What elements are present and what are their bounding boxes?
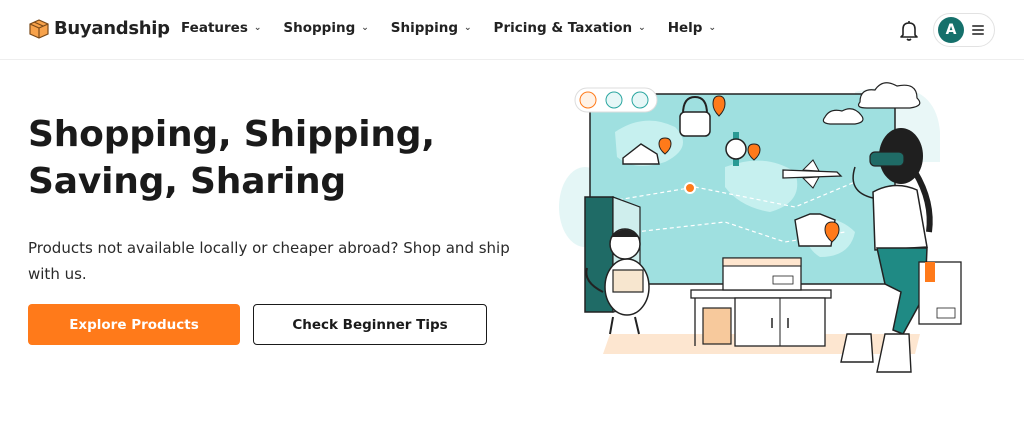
bell-icon[interactable] (898, 18, 920, 42)
brand-name: Buyandship (54, 17, 170, 39)
nav-pricing-taxation[interactable]: Pricing & Taxation ⌄ (494, 20, 646, 36)
main-nav: Features ⌄ Shopping ⌄ Shipping ⌄ Pricing… (181, 20, 716, 36)
chevron-down-icon: ⌄ (638, 23, 646, 33)
explore-products-button[interactable]: Explore Products (28, 304, 240, 345)
nav-help[interactable]: Help ⌄ (668, 20, 716, 36)
nav-label: Help (667, 20, 703, 36)
brand-logo[interactable]: Buyandship (28, 17, 170, 39)
chevron-down-icon: ⌄ (253, 23, 262, 33)
chevron-down-icon: ⌄ (361, 23, 369, 33)
nav-features[interactable]: Features ⌄ (181, 20, 261, 36)
hero-title-line-2: Saving, Sharing (28, 160, 346, 202)
logo-box-icon (29, 19, 49, 39)
account-menu-button[interactable]: A (933, 13, 995, 47)
hero-title: Shopping, Shipping, Saving, Sharing (28, 112, 528, 206)
nav-label: Pricing & Taxation (493, 20, 633, 36)
nav-label: Shopping (283, 20, 356, 36)
nav-shopping[interactable]: Shopping ⌄ (283, 20, 368, 36)
hero-title-line-1: Shopping, Shipping, (28, 114, 435, 155)
check-beginner-tips-button[interactable]: Check Beginner Tips (253, 304, 487, 345)
nav-shipping[interactable]: Shipping ⌄ (391, 20, 472, 36)
nav-label: Features (181, 20, 248, 36)
avatar: A (938, 17, 964, 43)
nav-label: Shipping (390, 20, 458, 36)
chevron-down-icon: ⌄ (464, 23, 472, 33)
chevron-down-icon: ⌄ (708, 23, 717, 33)
hero-subtitle: Products not available locally or cheape… (28, 239, 510, 284)
hero-illustration (559, 82, 962, 373)
menu-icon (972, 25, 984, 35)
top-navigation-bar: Buyandship Features ⌄ Shopping ⌄ Shippin… (0, 0, 1024, 60)
